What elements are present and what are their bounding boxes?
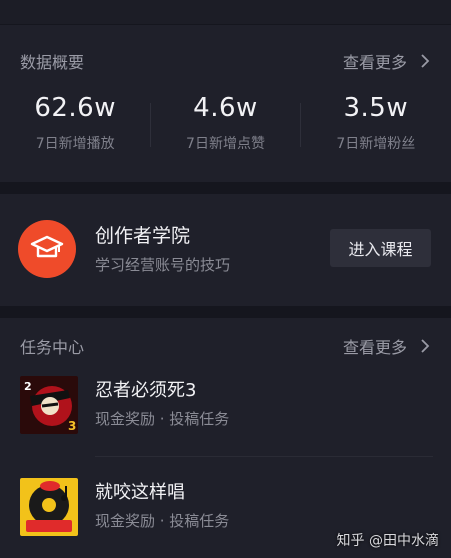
data-overview-more-link[interactable]: 查看更多 [343, 49, 433, 73]
task-meta: 现金奖励 · 投稿任务 [95, 410, 230, 428]
task-center-title: 任务中心 [20, 338, 85, 357]
enter-course-button[interactable]: 进入课程 [330, 229, 431, 267]
task-center-card: 任务中心 查看更多 2 3 忍者必须死3 现金奖励 · 投稿任务 就咬这样唱 现… [0, 318, 451, 558]
task-center-header: 任务中心 查看更多 [20, 334, 433, 358]
task-name: 就咬这样唱 [95, 482, 185, 503]
stat-likes[interactable]: 4.6w 7日新增点赞 [150, 93, 300, 163]
stat-divider [150, 103, 151, 147]
more-label: 查看更多 [342, 53, 407, 72]
svg-text:2: 2 [24, 380, 32, 393]
stats-row: 62.6w 7日新增播放 4.6w 7日新增点赞 3.5w 7日新增粉丝 [0, 93, 451, 163]
data-overview-header: 数据概要 查看更多 [20, 49, 433, 73]
stat-divider [300, 103, 301, 147]
stat-plays[interactable]: 62.6w 7日新增播放 [0, 93, 150, 163]
stat-value: 62.6w [34, 93, 116, 123]
task-center-more-link[interactable]: 查看更多 [343, 334, 433, 358]
academy-title: 创作者学院 [95, 225, 191, 247]
more-label: 查看更多 [342, 338, 407, 357]
chevron-right-icon [421, 54, 430, 68]
top-strip [0, 0, 451, 24]
academy-subtitle: 学习经营账号的技巧 [95, 256, 231, 274]
data-overview-title: 数据概要 [20, 53, 85, 72]
svg-text:3: 3 [68, 419, 76, 433]
chevron-right-icon [421, 339, 430, 353]
stat-fans[interactable]: 3.5w 7日新增粉丝 [301, 93, 451, 163]
task-meta: 现金奖励 · 投稿任务 [95, 512, 230, 530]
stat-label: 7日新增播放 [35, 136, 115, 152]
watermark: 知乎 @田中水滴 [336, 533, 439, 549]
stat-value: 3.5w [343, 93, 409, 123]
data-overview-card: 数据概要 查看更多 62.6w 7日新增播放 4.6w 7日新增点赞 3.5w … [0, 25, 451, 182]
list-divider [95, 456, 433, 457]
song-thumbnail [20, 478, 78, 536]
task-name: 忍者必须死3 [95, 380, 197, 401]
stat-label: 7日新增粉丝 [336, 136, 416, 152]
graduation-cap-icon [18, 220, 76, 278]
task-item[interactable]: 2 3 忍者必须死3 现金奖励 · 投稿任务 [0, 376, 451, 456]
stat-value: 4.6w [193, 93, 258, 123]
creator-academy-card[interactable]: 创作者学院 学习经营账号的技巧 进入课程 [0, 194, 451, 306]
stat-label: 7日新增点赞 [186, 136, 265, 152]
game-thumbnail: 2 3 [20, 376, 78, 434]
